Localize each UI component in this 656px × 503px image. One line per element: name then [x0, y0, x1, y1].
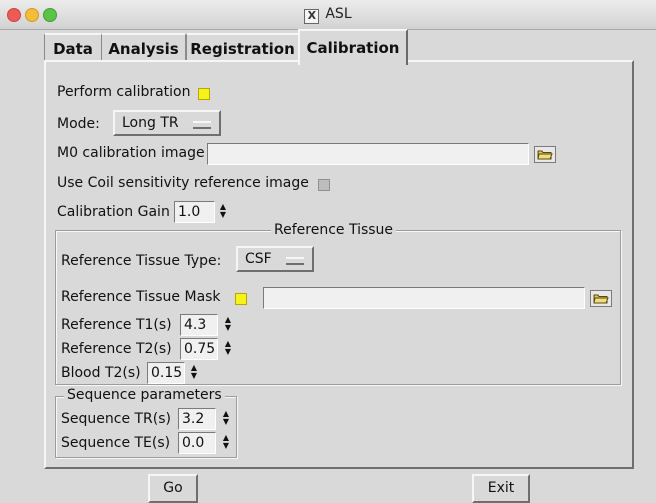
reference-tissue-mask-checkbox[interactable] — [235, 293, 247, 305]
tab-data-label: Data — [53, 40, 93, 58]
mask-browse-folder-icon[interactable] — [590, 290, 612, 307]
tab-calibration-label: Calibration — [306, 39, 400, 57]
sequence-tr-label: Sequence TR(s) — [61, 411, 172, 427]
window-title: X ASL — [0, 6, 656, 24]
tab-analysis-label: Analysis — [108, 40, 179, 58]
spin-arrows-icon[interactable]: ▲ ▼ — [218, 203, 228, 221]
mode-label: Mode: — [57, 116, 100, 132]
reference-t2-spinbox[interactable]: 0.75 ▲ ▼ — [180, 338, 238, 360]
spin-arrows-icon[interactable]: ▲ ▼ — [223, 316, 233, 334]
m0-calibration-label: M0 calibration image — [57, 145, 205, 161]
sequence-tr-spinbox[interactable]: 3.2 ▲ ▼ — [178, 408, 236, 430]
reference-t2-value[interactable]: 0.75 — [180, 338, 218, 360]
reference-tissue-mask-input[interactable] — [263, 287, 585, 309]
reference-tissue-mask-label: Reference Tissue Mask — [61, 289, 221, 305]
spin-arrows-icon[interactable]: ▲ ▼ — [189, 364, 199, 382]
go-button[interactable]: Go — [148, 474, 198, 503]
m0-calibration-input[interactable] — [207, 143, 529, 165]
coil-sensitivity-checkbox[interactable] — [318, 179, 330, 191]
title-bar: X ASL — [0, 0, 656, 30]
calibration-gain-value[interactable]: 1.0 — [174, 201, 215, 223]
tab-registration[interactable]: Registration — [186, 33, 299, 62]
tab-data[interactable]: Data — [44, 33, 102, 62]
window-title-text: ASL — [325, 6, 352, 22]
sequence-te-label: Sequence TE(s) — [61, 435, 171, 451]
blood-t2-label: Blood T2(s) — [61, 365, 141, 381]
x11-app-icon: X — [304, 9, 320, 24]
dropdown-indicator-icon — [193, 121, 211, 129]
sequence-te-value[interactable]: 0.0 — [178, 432, 216, 454]
sequence-parameters-title: Sequence parameters — [64, 387, 225, 403]
reference-tissue-type-label: Reference Tissue Type: — [61, 253, 222, 269]
asl-window: X ASL Data Analysis Registration Calibrat… — [0, 0, 656, 503]
tab-analysis[interactable]: Analysis — [101, 33, 186, 62]
perform-calibration-label: Perform calibration — [57, 84, 191, 100]
reference-tissue-title: Reference Tissue — [271, 222, 397, 238]
m0-browse-folder-icon[interactable] — [534, 146, 556, 163]
perform-calibration-checkbox[interactable] — [198, 88, 210, 100]
reference-tissue-type-dropdown[interactable]: CSF — [236, 246, 314, 272]
mode-dropdown[interactable]: Long TR — [113, 110, 221, 136]
reference-t1-spinbox[interactable]: 4.3 ▲ ▼ — [180, 314, 238, 336]
calibration-gain-label: Calibration Gain — [57, 204, 170, 220]
reference-tissue-type-value: CSF — [245, 251, 272, 267]
spin-arrows-icon[interactable]: ▲ ▼ — [221, 434, 231, 452]
reference-t2-label: Reference T2(s) — [61, 341, 172, 357]
reference-t1-label: Reference T1(s) — [61, 317, 172, 333]
exit-button[interactable]: Exit — [472, 474, 530, 503]
spin-arrows-icon[interactable]: ▲ ▼ — [223, 340, 233, 358]
mode-dropdown-value: Long TR — [122, 115, 179, 131]
dropdown-indicator-icon — [286, 257, 304, 265]
coil-sensitivity-label: Use Coil sensitivity reference image — [57, 175, 309, 191]
spin-arrows-icon[interactable]: ▲ ▼ — [221, 410, 231, 428]
tab-registration-label: Registration — [190, 40, 295, 58]
calibration-gain-spinbox[interactable]: 1.0 ▲ ▼ — [174, 201, 232, 223]
tab-calibration[interactable]: Calibration — [298, 29, 408, 65]
sequence-tr-value[interactable]: 3.2 — [178, 408, 216, 430]
reference-t1-value[interactable]: 4.3 — [180, 314, 218, 336]
blood-t2-value[interactable]: 0.15 — [147, 362, 185, 384]
sequence-te-spinbox[interactable]: 0.0 ▲ ▼ — [178, 432, 236, 454]
blood-t2-spinbox[interactable]: 0.15 ▲ ▼ — [147, 362, 205, 384]
